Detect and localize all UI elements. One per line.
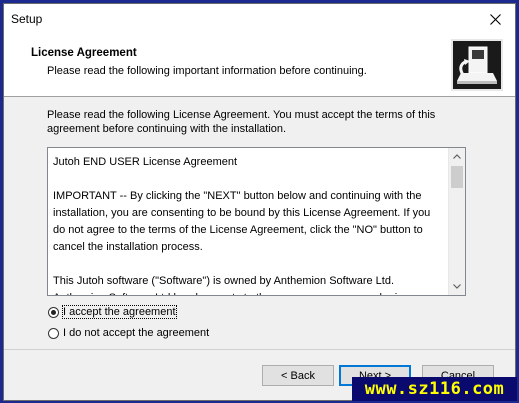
scroll-down-button[interactable] xyxy=(449,278,465,295)
close-icon xyxy=(489,13,501,25)
setup-computer-icon xyxy=(451,39,503,91)
decline-radio[interactable] xyxy=(48,327,59,339)
window-title: Setup xyxy=(11,12,43,26)
scroll-thumb[interactable] xyxy=(451,166,463,188)
chevron-down-icon xyxy=(453,284,461,289)
scroll-up-button[interactable] xyxy=(449,148,465,165)
close-button[interactable] xyxy=(475,4,515,34)
license-text-area[interactable]: Jutoh END USER License Agreement IMPORTA… xyxy=(47,147,466,296)
setup-window: Setup License Agreement Please read the … xyxy=(3,3,516,401)
vertical-scrollbar[interactable] xyxy=(448,148,465,295)
wizard-header: License Agreement Please read the follow… xyxy=(4,34,515,97)
accept-label[interactable]: I accept the agreement xyxy=(62,305,177,319)
footer-divider xyxy=(4,349,515,350)
title-bar: Setup xyxy=(4,4,515,34)
decline-label[interactable]: I do not accept the agreement xyxy=(63,327,209,339)
back-button[interactable]: < Back xyxy=(262,365,334,386)
intro-text: Please read the following License Agreem… xyxy=(47,109,436,135)
watermark-banner: www.sz116.com xyxy=(352,377,517,401)
license-text: Jutoh END USER License Agreement IMPORTA… xyxy=(53,156,431,295)
accept-option[interactable]: I accept the agreement xyxy=(48,305,177,319)
page-title: License Agreement xyxy=(31,47,137,59)
chevron-up-icon xyxy=(453,154,461,159)
decline-option[interactable]: I do not accept the agreement xyxy=(48,327,209,339)
page-subtitle: Please read the following important info… xyxy=(47,65,367,77)
accept-radio[interactable] xyxy=(48,306,59,318)
